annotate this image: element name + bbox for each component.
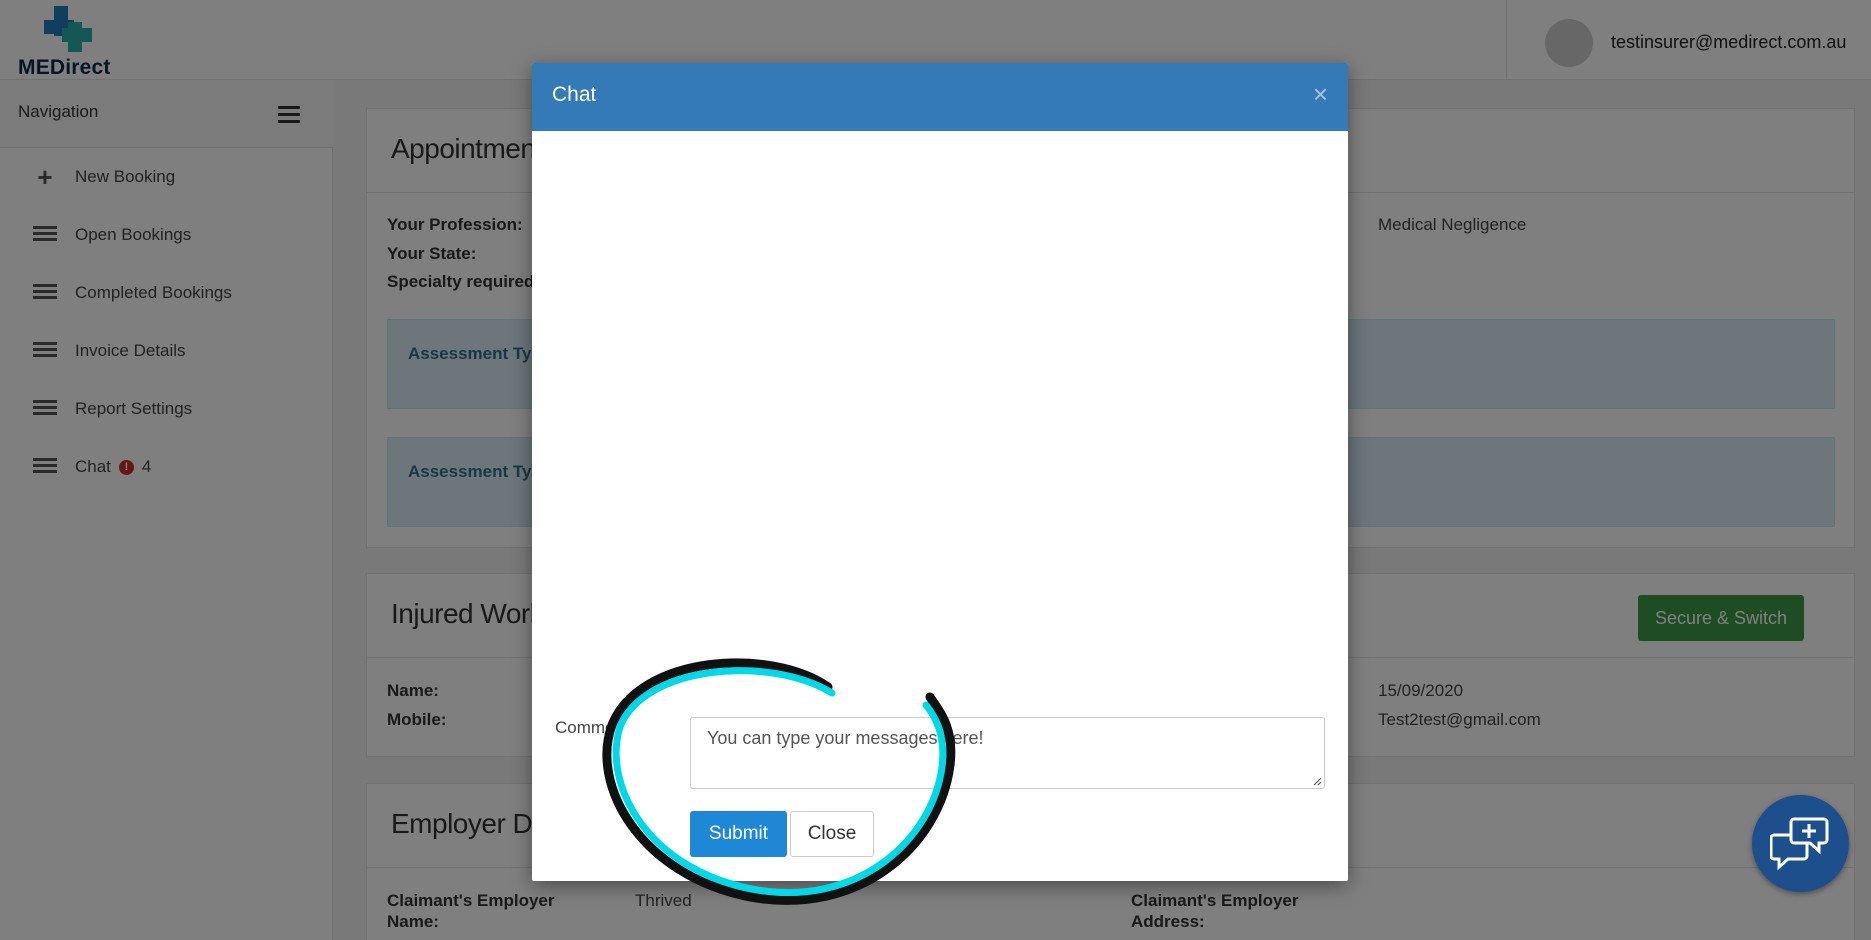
modal-header: Chat × [532, 63, 1348, 131]
resize-grip-icon[interactable] [1311, 775, 1322, 786]
chat-bubble-button[interactable] [1752, 795, 1849, 892]
submit-button[interactable]: Submit [690, 811, 787, 857]
chat-plus-icon [1770, 817, 1829, 871]
close-icon[interactable]: × [1313, 81, 1328, 107]
message-input[interactable] [690, 717, 1325, 789]
close-button[interactable]: Close [790, 811, 874, 857]
chat-modal: Chat × Comme Submit Close [532, 63, 1348, 881]
comment-label: Comme [555, 718, 615, 737]
modal-title: Chat [552, 83, 597, 106]
